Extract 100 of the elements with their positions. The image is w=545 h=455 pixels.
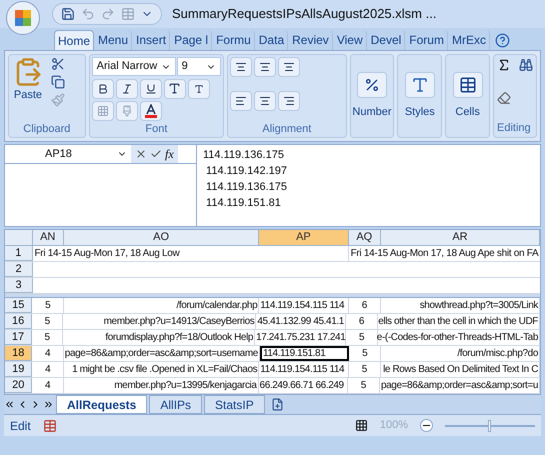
table-cell-text: 17.241.75.231 17.241 [256,331,346,345]
find-icon[interactable] [519,58,534,72]
align-bottom-button[interactable] [278,57,300,77]
table-cell-text: le Rows Based On Delimited Text In C [383,363,538,377]
table-cell-text: 4 [45,363,50,377]
font-size-field[interactable]: 9 [176,57,221,76]
grow-font-button[interactable] [164,78,186,99]
table-cell-text: Fri 14-15 Aug-Mon 17, 18 Aug Low [34,247,180,261]
table-cell-text: 6 [362,299,367,313]
table-cell-text: 5 [45,299,50,313]
table-cell-text: page=86&amp;order=asc&amp;sort=u [380,379,538,393]
table-cell-text: 4 [45,379,50,393]
italic-button[interactable] [116,78,138,99]
table-cell-text: 114.119.154.115 114 [260,299,344,313]
table-cell-text: member.php?u=14913/CaseyBerrios [104,315,254,329]
first-sheet-icon[interactable] [4,399,15,410]
sheet-tab[interactable]: AllIPs [149,395,202,414]
column-header[interactable]: AN [32,230,64,245]
underline-button[interactable] [140,78,162,99]
align-middle-button[interactable] [254,57,276,77]
zoom-out-icon[interactable] [420,419,433,432]
column-header[interactable]: AR [380,230,540,245]
shrink-font-button[interactable] [188,78,210,99]
last-sheet-icon[interactable] [43,399,54,410]
table-cell-text: page=86&amp;order=asc&amp;sort=username [64,347,258,361]
table-cell-text: 66.249.66.71 66.249 [260,379,344,393]
align-top-icon [235,61,248,73]
table-cell-text: showthread.php?t=3005/Link [420,299,538,313]
bold-icon [96,82,109,95]
group-label: Clipboard [23,124,70,135]
table-cell-text: 114.119.154.115 114 [260,363,344,377]
bold-button[interactable] [92,78,114,99]
row-header[interactable]: 3 [5,278,33,293]
table-cell-text: 5 [360,379,366,393]
grow-font-icon [168,82,182,96]
row-header[interactable]: 20 [5,378,32,393]
styles-icon [410,76,429,94]
status-mode: Edit [10,418,31,434]
align-center-icon [259,94,272,106]
table-cell-text: Fri 14-15 Aug-Mon 17, 18 Aug Ape shit on FA [350,247,538,261]
table-cell-text: 4 [45,347,50,361]
group-label: Font [145,124,168,135]
table-cell-text: e-(-Codes-for-other-Threads-HTML-Tab [376,331,538,345]
align-center-button[interactable] [254,90,276,110]
column-header[interactable]: AQ [348,230,381,245]
sheet-tab[interactable]: StatsIP [204,395,265,414]
copy-icon[interactable] [51,75,65,89]
align-middle-icon [259,61,272,73]
table-cell-text: 5 [44,331,50,345]
number-button[interactable]: Number [352,72,392,120]
table-cell-text: 1 might be .csv file .Opened in XL=Fail/Chaos [72,363,258,377]
save-icon[interactable] [61,7,75,21]
fill-color-button[interactable] [116,101,138,122]
font-color-icon [144,104,157,118]
window-title: SummaryRequestsIPsAllsAugust2025.xlsm ... [172,5,436,24]
row-header[interactable]: 18 [5,346,32,361]
row-header[interactable]: 16 [5,314,32,329]
table-cell-text: 5 [362,363,367,377]
group-label: Alignment [262,124,312,135]
insert-sheet-icon[interactable] [270,398,284,411]
table-cell-text: 5 [358,331,364,345]
align-right-icon [283,94,296,106]
percent-icon [364,76,380,93]
column-header[interactable]: AP [259,230,349,245]
table-cell-text: 5 [44,315,50,329]
row-header[interactable]: 1 [5,246,32,261]
clear-icon[interactable] [497,90,512,104]
help-icon[interactable] [494,33,510,48]
sheet-tab[interactable]: AllRequests [56,395,148,414]
row-header[interactable]: 17 [5,330,32,345]
ribbon-tab[interactable]: Home [54,30,94,50]
row-header[interactable]: 19 [5,362,32,377]
align-top-button[interactable] [230,57,252,77]
office-button[interactable] [6,1,40,35]
zoom-slider-thumb[interactable] [488,420,491,432]
table-cell-text: forumdisplay.php?f=18/Outlook Help [105,331,254,345]
align-left-button[interactable] [230,90,252,110]
row-header[interactable]: 2 [5,262,33,277]
table-cell-text: 6 [358,315,364,329]
table-cell-text: 114.119.151.81 [262,347,326,361]
row-header[interactable]: 15 [5,298,32,313]
underline-icon [144,82,157,95]
align-left-icon [235,94,248,106]
fill-color-icon [120,105,133,118]
column-header[interactable]: AO [64,230,260,245]
align-right-button[interactable] [278,90,300,110]
align-bottom-icon [283,61,296,73]
shrink-font-icon [194,84,204,94]
font-family-field[interactable]: Arial Narrow [92,57,176,76]
borders-icon [96,105,109,118]
font-color-button[interactable] [140,101,162,122]
paste-button[interactable]: Paste [13,57,43,107]
table-cell-text: 5 [362,347,368,361]
italic-icon [120,82,133,95]
normal-view-icon[interactable] [354,419,368,432]
cut-icon[interactable] [51,57,65,71]
table-cell-text: 45.41.132.99 45.41.1 [257,315,344,329]
table-cell-text: ells other than the cell in which the UDF [378,315,538,329]
group-label: Editing [497,123,532,134]
table-cell-text: member.php?u=13995/kenjagarcia [114,379,257,393]
